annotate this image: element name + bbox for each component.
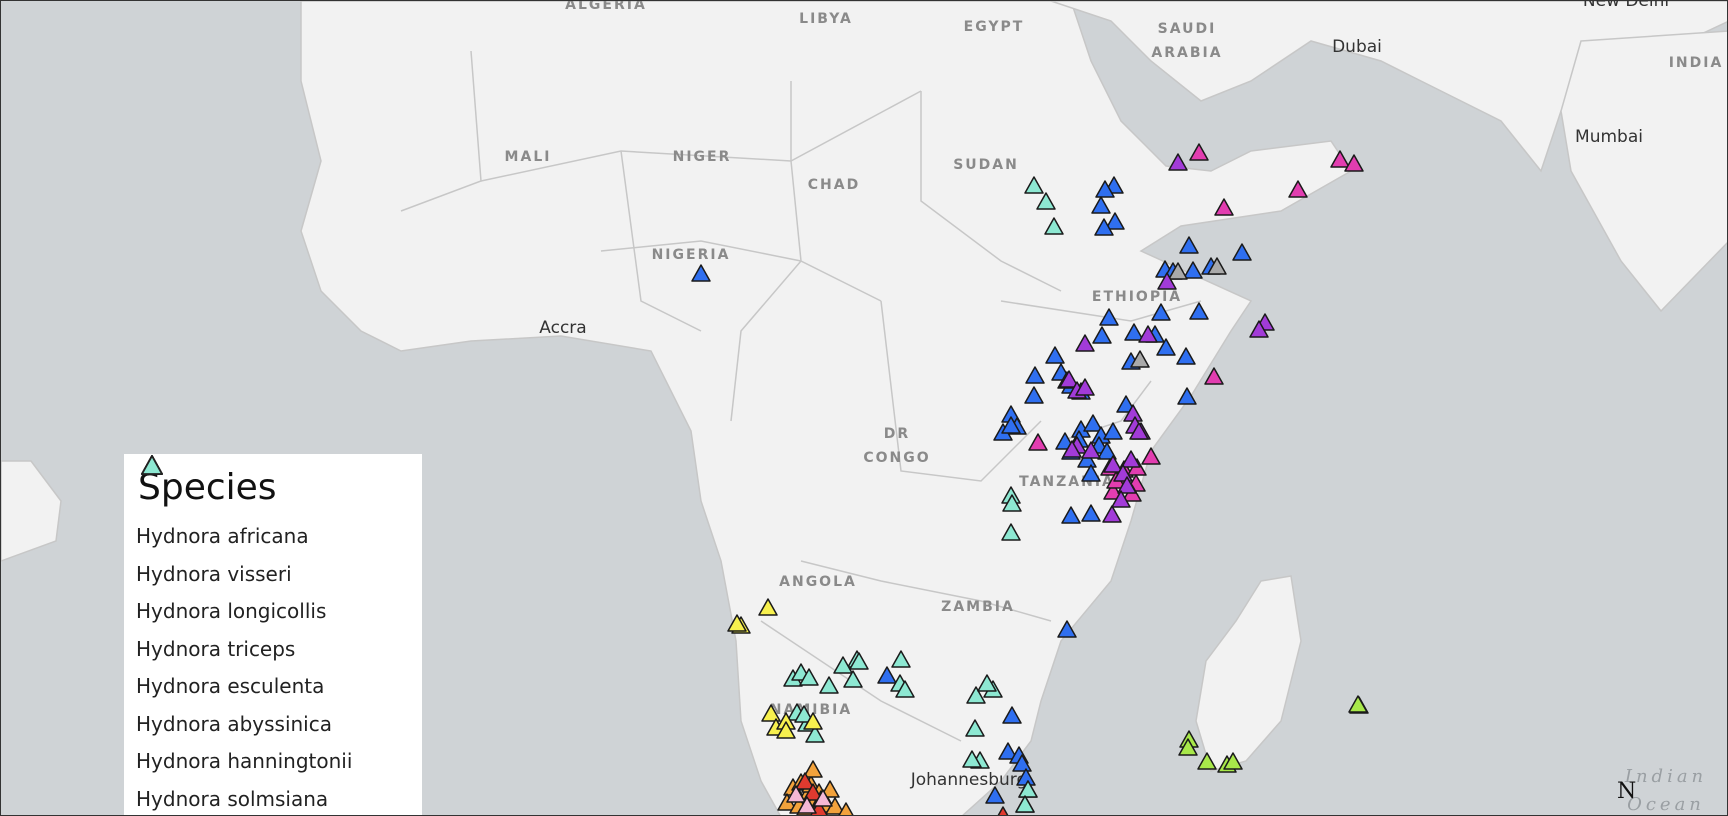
- country-label: ZAMBIA: [941, 599, 1015, 615]
- occurrence-marker[interactable]: [1183, 261, 1203, 279]
- country-label: ETHIOPIA: [1092, 289, 1182, 305]
- legend-item: Hydnora hanningtonii: [136, 455, 410, 781]
- occurrence-marker[interactable]: [1232, 243, 1252, 261]
- city-label: Dubai: [1332, 37, 1382, 57]
- legend-label: Hydnora hanningtonii: [136, 749, 353, 774]
- occurrence-marker[interactable]: [994, 806, 1012, 816]
- legend-label: Hydnora solmsiana: [136, 786, 329, 811]
- triangle-icon: [141, 455, 163, 475]
- legend-item: Hydnora triceps: [136, 455, 410, 668]
- occurrence-marker[interactable]: [1015, 795, 1035, 813]
- species-distribution-map[interactable]: ALGERIA LIBYA EGYPT SAUDI ARABIA INDIA MALI NIG…: [0, 0, 1728, 816]
- occurrence-marker[interactable]: [1179, 236, 1199, 254]
- legend-item: Hydnora esculenta: [136, 455, 410, 706]
- occurrence-marker[interactable]: [1344, 154, 1364, 172]
- country-label: LIBYA: [799, 11, 853, 27]
- legend-label: Hydnora esculenta: [136, 674, 325, 699]
- legend-item: Hydnora longicollis: [136, 455, 410, 631]
- legend-label: Hydnora visseri: [136, 561, 292, 586]
- occurrence-marker[interactable]: [1168, 153, 1188, 171]
- country-label: INDIA: [1669, 55, 1724, 71]
- city-label: Mumbai: [1575, 127, 1643, 147]
- legend-label: Hydnora triceps: [136, 636, 296, 661]
- country-label: EGYPT: [964, 19, 1025, 35]
- legend-label: Hydnora longicollis: [136, 599, 327, 624]
- country-label: MALI: [505, 149, 552, 165]
- city-label: Accra: [539, 318, 586, 338]
- north-arrow: N: [1617, 779, 1637, 804]
- city-label: New Delhi: [1583, 1, 1669, 11]
- country-label: NIGERIA: [652, 247, 731, 263]
- country-label: TANZANIA: [1019, 474, 1115, 490]
- country-label: SUDAN: [953, 157, 1019, 173]
- ocean-label: Indian: [1624, 766, 1707, 787]
- occurrence-marker[interactable]: [1348, 695, 1368, 713]
- legend-item: Hydnora abyssinica: [136, 455, 410, 743]
- legend-title: Species: [138, 467, 277, 508]
- city-label: Johannesburg: [910, 770, 1028, 790]
- country-label: ANGOLA: [779, 574, 857, 590]
- ocean-label: Ocean: [1627, 794, 1705, 815]
- legend-item: Hydnora solmsiana: [136, 455, 410, 815]
- country-label: CHAD: [808, 177, 860, 193]
- legend-label: Hydnora abyssinica: [136, 711, 332, 736]
- country-label: ALGERIA: [565, 1, 647, 13]
- occurrence-marker[interactable]: [1189, 143, 1209, 161]
- legend: Species Hydnora africana Hydnora visseri H…: [124, 454, 422, 815]
- legend-item: Hydnora visseri: [136, 455, 410, 593]
- legend-item: Hydnora africana: [136, 455, 410, 556]
- legend-label: Hydnora africana: [136, 524, 309, 549]
- country-label: NIGER: [673, 149, 732, 165]
- occurrence-marker[interactable]: [1204, 367, 1224, 385]
